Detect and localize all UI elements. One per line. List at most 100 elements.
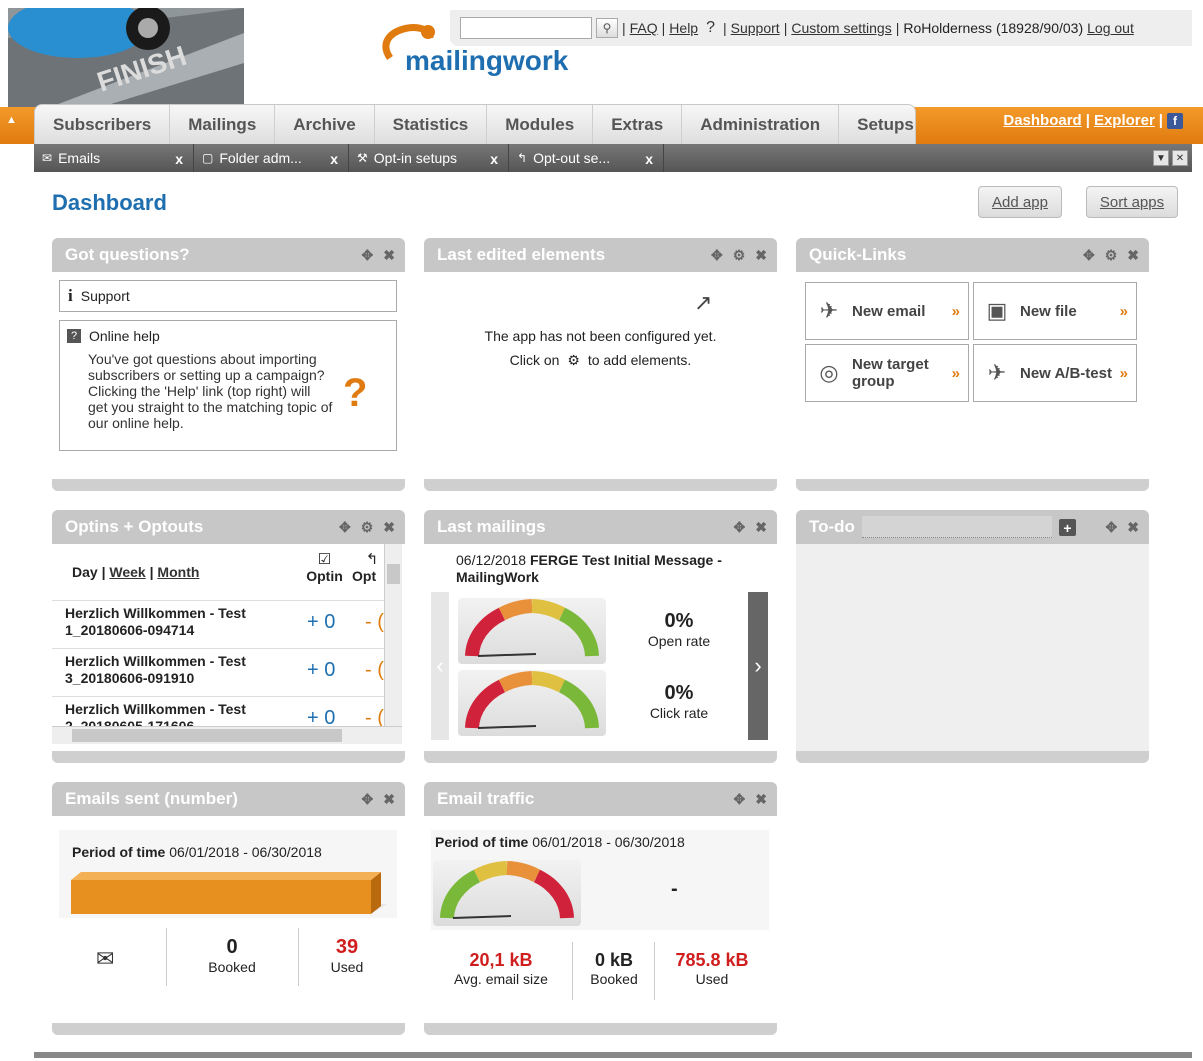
usage-bar — [71, 872, 387, 914]
open-tab-optin[interactable]: ⚒ Opt-in setups x — [349, 144, 509, 172]
close-icon[interactable]: ✖ — [383, 519, 395, 536]
help-question-icon[interactable]: ? — [706, 19, 715, 37]
move-icon[interactable]: ✥ — [362, 247, 374, 264]
add-todo-icon[interactable]: + — [1059, 519, 1076, 536]
close-tab-icon[interactable]: x — [645, 151, 653, 167]
optin-icon: ☑ — [317, 551, 332, 568]
search-icon[interactable]: ⚲ — [596, 18, 618, 38]
quick-link-new-ab-test[interactable]: ✈ New A/B-test » — [973, 344, 1137, 402]
tab-archive[interactable]: Archive — [275, 105, 375, 144]
custom-settings-link[interactable]: Custom settings — [791, 20, 891, 36]
email-plane-icon: ✈ — [819, 298, 839, 323]
widget-title: Quick-Links — [809, 245, 907, 264]
close-icon[interactable]: ✖ — [1127, 247, 1139, 264]
header: FINISH mailingwork ⚲ | FAQ | Help ? | Su… — [0, 0, 1203, 108]
quick-link-new-target-group[interactable]: ◎ New target group » — [805, 344, 969, 402]
open-tab-optout[interactable]: ↰ Opt-out se... x — [509, 144, 664, 172]
close-all-icon[interactable]: ✕ — [1172, 150, 1188, 166]
widget-title: Last edited elements — [437, 245, 606, 264]
online-help-box[interactable]: ? Online help You've got questions about… — [59, 320, 397, 451]
faq-link[interactable]: FAQ — [630, 20, 658, 36]
move-icon[interactable]: ✥ — [1083, 247, 1095, 264]
table-row[interactable]: Herzlich Willkommen - Test 1_20180606-09… — [52, 600, 384, 638]
vertical-scrollbar[interactable] — [384, 544, 402, 726]
optout-icon: ↰ — [517, 151, 528, 165]
horizontal-scrollbar[interactable] — [52, 726, 402, 744]
period-month[interactable]: Month — [157, 564, 199, 580]
tab-administration[interactable]: Administration — [682, 105, 840, 144]
main-nav: ▲ Subscribers Mailings Archive Statistic… — [0, 104, 1203, 144]
close-icon[interactable]: ✖ — [755, 791, 767, 808]
online-help-text: You've got questions about importing sub… — [88, 351, 333, 431]
traffic-gauge — [433, 860, 581, 926]
widget-got-questions: Got questions? ✥ ✖ i Support ? Online he… — [52, 238, 405, 491]
close-icon[interactable]: ✖ — [383, 247, 395, 264]
move-icon[interactable]: ✥ — [362, 791, 374, 808]
move-icon[interactable]: ✥ — [339, 519, 351, 536]
move-icon[interactable]: ✥ — [1106, 519, 1118, 536]
period-day[interactable]: Day — [72, 564, 98, 580]
support-box[interactable]: i Support — [59, 280, 397, 312]
gear-icon[interactable]: ⚙ — [361, 519, 374, 536]
support-link[interactable]: Support — [731, 20, 780, 36]
close-tab-icon[interactable]: x — [490, 151, 498, 167]
period-selector: Day | Week | Month — [72, 564, 200, 580]
tab-statistics[interactable]: Statistics — [375, 105, 488, 144]
page-title: Dashboard — [52, 190, 167, 215]
open-tab-emails[interactable]: ✉ Emails x — [34, 144, 194, 172]
add-app-button[interactable]: Add app — [978, 186, 1062, 218]
help-link[interactable]: Help — [669, 20, 698, 36]
next-arrow-icon[interactable]: › — [748, 592, 768, 740]
target-icon: ◎ — [819, 360, 839, 385]
logout-link[interactable]: Log out — [1087, 20, 1134, 36]
help-icon: ? — [67, 329, 81, 343]
tab-modules[interactable]: Modules — [487, 105, 594, 144]
close-tab-icon[interactable]: x — [175, 151, 183, 167]
question-mark-icon: ? — [343, 371, 368, 415]
facebook-icon[interactable]: f — [1167, 112, 1183, 129]
tab-subscribers[interactable]: Subscribers — [35, 105, 171, 144]
move-icon[interactable]: ✥ — [711, 247, 723, 264]
table-row[interactable]: Herzlich Willkommen - Test 2_20180605-17… — [52, 696, 384, 726]
prev-arrow-icon[interactable]: ‹ — [431, 592, 449, 740]
explorer-link[interactable]: Explorer — [1094, 112, 1155, 129]
close-tab-icon[interactable]: x — [330, 151, 338, 167]
todo-input[interactable] — [862, 516, 1052, 538]
click-rate-gauge — [458, 670, 606, 736]
mailing-title[interactable]: 06/12/2018 FERGE Test Initial Message - … — [456, 552, 756, 586]
gear-icon: ⚙ — [567, 352, 580, 368]
dashboard-link[interactable]: Dashboard — [1003, 112, 1081, 129]
close-icon[interactable]: ✖ — [383, 791, 395, 808]
quick-link-new-file[interactable]: ▣ New file » — [973, 282, 1137, 340]
top-toolbar: ⚲ | FAQ | Help ? | Support | Custom sett… — [450, 10, 1192, 46]
widget-quick-links: Quick-Links ✥ ⚙ ✖ ✈ New email » ▣ New fi… — [796, 238, 1149, 491]
period-week[interactable]: Week — [109, 564, 145, 580]
collapse-arrow-icon[interactable]: ▲ — [6, 114, 20, 128]
widget-title: Email traffic — [437, 789, 535, 808]
widget-optins-optouts: Optins + Optouts ✥ ⚙ ✖ Day | Week | Mont… — [52, 510, 405, 763]
svg-text:mailingwork: mailingwork — [405, 45, 569, 76]
search-input[interactable] — [460, 17, 592, 39]
tab-mailings[interactable]: Mailings — [170, 105, 276, 144]
arrow-up-right-icon: ↗ — [694, 290, 713, 315]
gear-icon[interactable]: ⚙ — [1105, 247, 1118, 264]
widget-last-mailings: Last mailings ✥ ✖ 06/12/2018 FERGE Test … — [424, 510, 777, 763]
open-rate-gauge — [458, 598, 606, 664]
dropdown-icon[interactable]: ▼ — [1153, 150, 1169, 166]
close-icon[interactable]: ✖ — [1127, 519, 1139, 536]
close-icon[interactable]: ✖ — [755, 519, 767, 536]
close-icon[interactable]: ✖ — [755, 247, 767, 264]
move-icon[interactable]: ✥ — [734, 519, 746, 536]
image-file-icon: ▣ — [986, 298, 1008, 323]
widget-title: Optins + Optouts — [65, 517, 204, 536]
quick-link-new-email[interactable]: ✈ New email » — [805, 282, 969, 340]
move-icon[interactable]: ✥ — [734, 791, 746, 808]
table-row[interactable]: Herzlich Willkommen - Test 3_20180606-09… — [52, 648, 384, 686]
open-tab-folder[interactable]: ▢ Folder adm... x — [194, 144, 349, 172]
widget-title: Got questions? — [65, 245, 190, 264]
gear-icon[interactable]: ⚙ — [733, 247, 746, 264]
tab-setups[interactable]: Setups — [839, 105, 932, 144]
sort-apps-button[interactable]: Sort apps — [1086, 186, 1178, 218]
folder-icon: ▢ — [202, 151, 214, 165]
tab-extras[interactable]: Extras — [593, 105, 683, 144]
